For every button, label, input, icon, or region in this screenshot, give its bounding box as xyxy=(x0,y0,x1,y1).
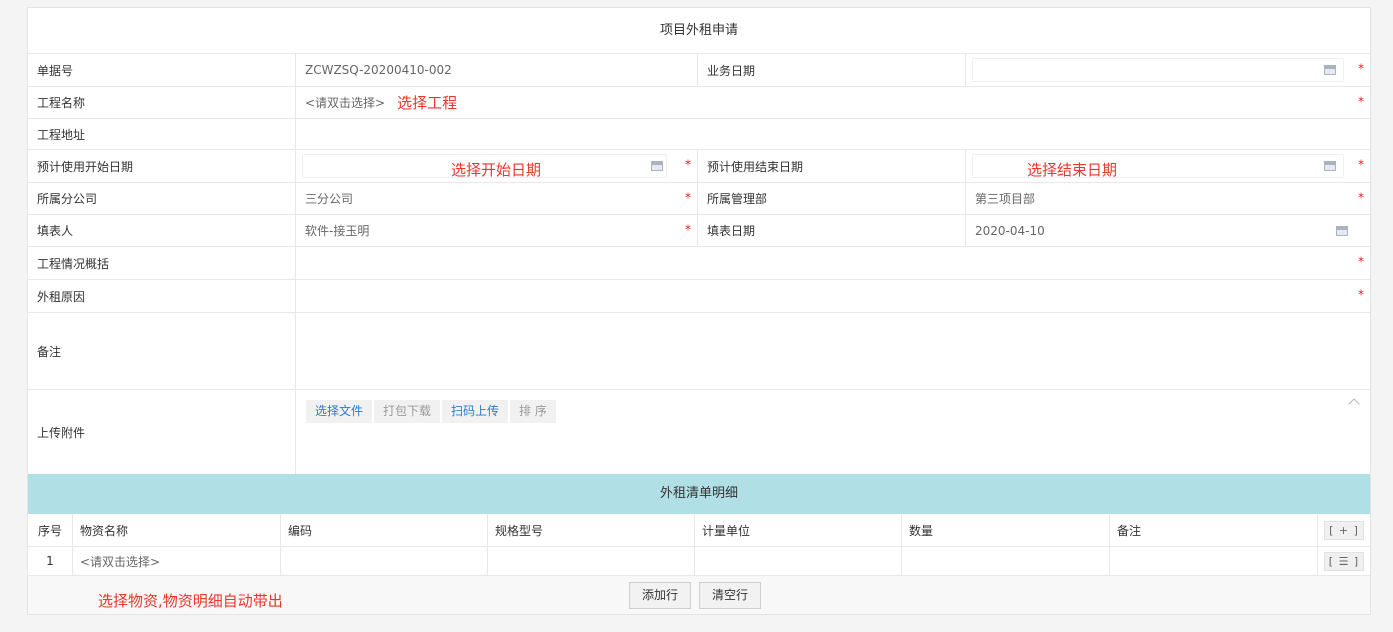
project-name-annotation: 选择工程 xyxy=(397,94,458,112)
row-spec-cell[interactable] xyxy=(488,547,695,575)
col-unit: 计量单位 xyxy=(695,514,902,546)
detail-footer: 选择物资,物资明细自动带出 添加行 清空行 xyxy=(28,576,1370,614)
row-op-cell: [ ☰ ] xyxy=(1318,547,1370,575)
start-date-annotation: 选择开始日期 xyxy=(451,161,542,179)
project-name-field[interactable]: <请双击选择> 选择工程 * xyxy=(296,87,1370,118)
fill-date-value: 2020-04-10 xyxy=(975,223,1045,238)
remark-label: 备注 xyxy=(28,313,296,389)
fill-date-field[interactable]: 2020-04-10 xyxy=(966,215,1370,246)
overview-field[interactable]: * xyxy=(296,247,1370,279)
required-mark: * xyxy=(685,222,691,237)
detail-grid-header: 序号 物资名称 编码 规格型号 计量单位 数量 备注 [ + ] xyxy=(28,514,1370,547)
end-date-field[interactable]: 选择结束日期 * xyxy=(966,150,1370,182)
calendar-icon[interactable] xyxy=(1324,161,1336,171)
row-project-name: 工程名称 <请双击选择> 选择工程 * xyxy=(28,87,1370,119)
row-name-cell[interactable]: <请双击选择> xyxy=(73,547,281,575)
scan-upload-button[interactable]: 扫码上传 xyxy=(442,400,509,423)
doc-no-text: ZCWZSQ-20200410-002 xyxy=(305,63,452,77)
calendar-icon[interactable] xyxy=(1324,65,1336,75)
col-op: [ + ] xyxy=(1318,514,1370,546)
detail-annotation: 选择物资,物资明细自动带出 xyxy=(98,592,283,610)
col-spec: 规格型号 xyxy=(488,514,695,546)
clear-rows-button[interactable]: 清空行 xyxy=(699,582,762,609)
row-filler: 填表人 软件-接玉明 * 填表日期 2020-04-10 xyxy=(28,215,1370,247)
row-attachment: 上传附件 选择文件 打包下载 扫码上传 排 序 xyxy=(28,390,1370,474)
project-name-placeholder[interactable]: <请双击选择> xyxy=(305,94,385,111)
filler-field: 软件-接玉明 * xyxy=(296,215,698,246)
row-seq: 1 xyxy=(28,547,73,575)
row-unit-cell[interactable] xyxy=(695,547,902,575)
start-date-field[interactable]: 选择开始日期 * xyxy=(296,150,698,182)
project-address-field[interactable] xyxy=(296,119,1370,149)
project-address-label: 工程地址 xyxy=(28,119,296,149)
calendar-icon[interactable] xyxy=(651,161,663,171)
remark-field[interactable] xyxy=(296,313,1370,389)
row-overview: 工程情况概括 * xyxy=(28,247,1370,280)
doc-no-value: ZCWZSQ-20200410-002 xyxy=(296,54,698,86)
add-row-button[interactable]: 添加行 xyxy=(629,582,692,609)
col-seq: 序号 xyxy=(28,514,73,546)
required-mark: * xyxy=(685,157,691,172)
filler-label: 填表人 xyxy=(28,215,296,246)
attachment-field: 选择文件 打包下载 扫码上传 排 序 xyxy=(296,390,1370,474)
required-mark: * xyxy=(1358,94,1364,109)
col-note: 备注 xyxy=(1110,514,1318,546)
row-code-cell[interactable] xyxy=(281,547,488,575)
attachment-toolbar: 选择文件 打包下载 扫码上传 排 序 xyxy=(306,400,556,423)
doc-no-label: 单据号 xyxy=(28,54,296,86)
biz-date-field[interactable]: * xyxy=(966,54,1370,86)
dept-label: 所属管理部 xyxy=(698,183,966,214)
row-note-cell[interactable] xyxy=(1110,547,1318,575)
col-name: 物资名称 xyxy=(73,514,281,546)
overview-label: 工程情况概括 xyxy=(28,247,296,279)
detail-actions: 添加行 清空行 xyxy=(629,582,762,609)
row-project-address: 工程地址 xyxy=(28,119,1370,150)
pack-download-button[interactable]: 打包下载 xyxy=(374,400,441,423)
biz-date-label: 业务日期 xyxy=(698,54,966,86)
sort-button[interactable]: 排 序 xyxy=(510,400,556,423)
row-name-placeholder[interactable]: <请双击选择> xyxy=(80,553,160,570)
row-qty-cell[interactable] xyxy=(902,547,1110,575)
row-use-dates: 预计使用开始日期 选择开始日期 * 预计使用结束日期 选择结束日期 * xyxy=(28,150,1370,183)
end-date-label: 预计使用结束日期 xyxy=(698,150,966,182)
detail-title: 外租清单明细 xyxy=(28,474,1370,514)
biz-date-input[interactable] xyxy=(972,58,1344,82)
apply-form: 项目外租申请 单据号 ZCWZSQ-20200410-002 业务日期 * 工程… xyxy=(27,7,1371,615)
row-org: 所属分公司 三分公司 * 所属管理部 第三项目部 * xyxy=(28,183,1370,215)
branch-field: 三分公司 * xyxy=(296,183,698,214)
branch-value: 三分公司 xyxy=(305,192,354,206)
chevron-up-icon[interactable] xyxy=(1348,398,1360,410)
branch-label: 所属分公司 xyxy=(28,183,296,214)
required-mark: * xyxy=(1358,190,1364,205)
row-remark: 备注 xyxy=(28,313,1370,390)
required-mark: * xyxy=(1358,157,1364,172)
reason-label: 外租原因 xyxy=(28,280,296,312)
required-mark: * xyxy=(1358,61,1364,76)
select-file-button[interactable]: 选择文件 xyxy=(306,400,373,423)
end-date-annotation: 选择结束日期 xyxy=(1027,161,1118,179)
dept-value: 第三项目部 xyxy=(975,192,1036,206)
reason-field[interactable]: * xyxy=(296,280,1370,312)
table-row: 1 <请双击选择> [ ☰ ] xyxy=(28,547,1370,576)
row-doc-no: 单据号 ZCWZSQ-20200410-002 业务日期 * xyxy=(28,54,1370,87)
col-code: 编码 xyxy=(281,514,488,546)
attachment-label: 上传附件 xyxy=(28,390,296,474)
dept-field: 第三项目部 * xyxy=(966,183,1370,214)
col-qty: 数量 xyxy=(902,514,1110,546)
filler-value: 软件-接玉明 xyxy=(305,224,370,238)
required-mark: * xyxy=(1358,287,1364,302)
calendar-icon[interactable] xyxy=(1336,225,1348,236)
required-mark: * xyxy=(1358,254,1364,269)
start-date-label: 预计使用开始日期 xyxy=(28,150,296,182)
form-title: 项目外租申请 xyxy=(28,8,1370,54)
fill-date-label: 填表日期 xyxy=(698,215,966,246)
required-mark: * xyxy=(685,190,691,205)
row-menu-button[interactable]: [ ☰ ] xyxy=(1323,551,1365,571)
add-column-button[interactable]: [ + ] xyxy=(1324,520,1364,540)
row-reason: 外租原因 * xyxy=(28,280,1370,313)
project-name-label: 工程名称 xyxy=(28,87,296,118)
